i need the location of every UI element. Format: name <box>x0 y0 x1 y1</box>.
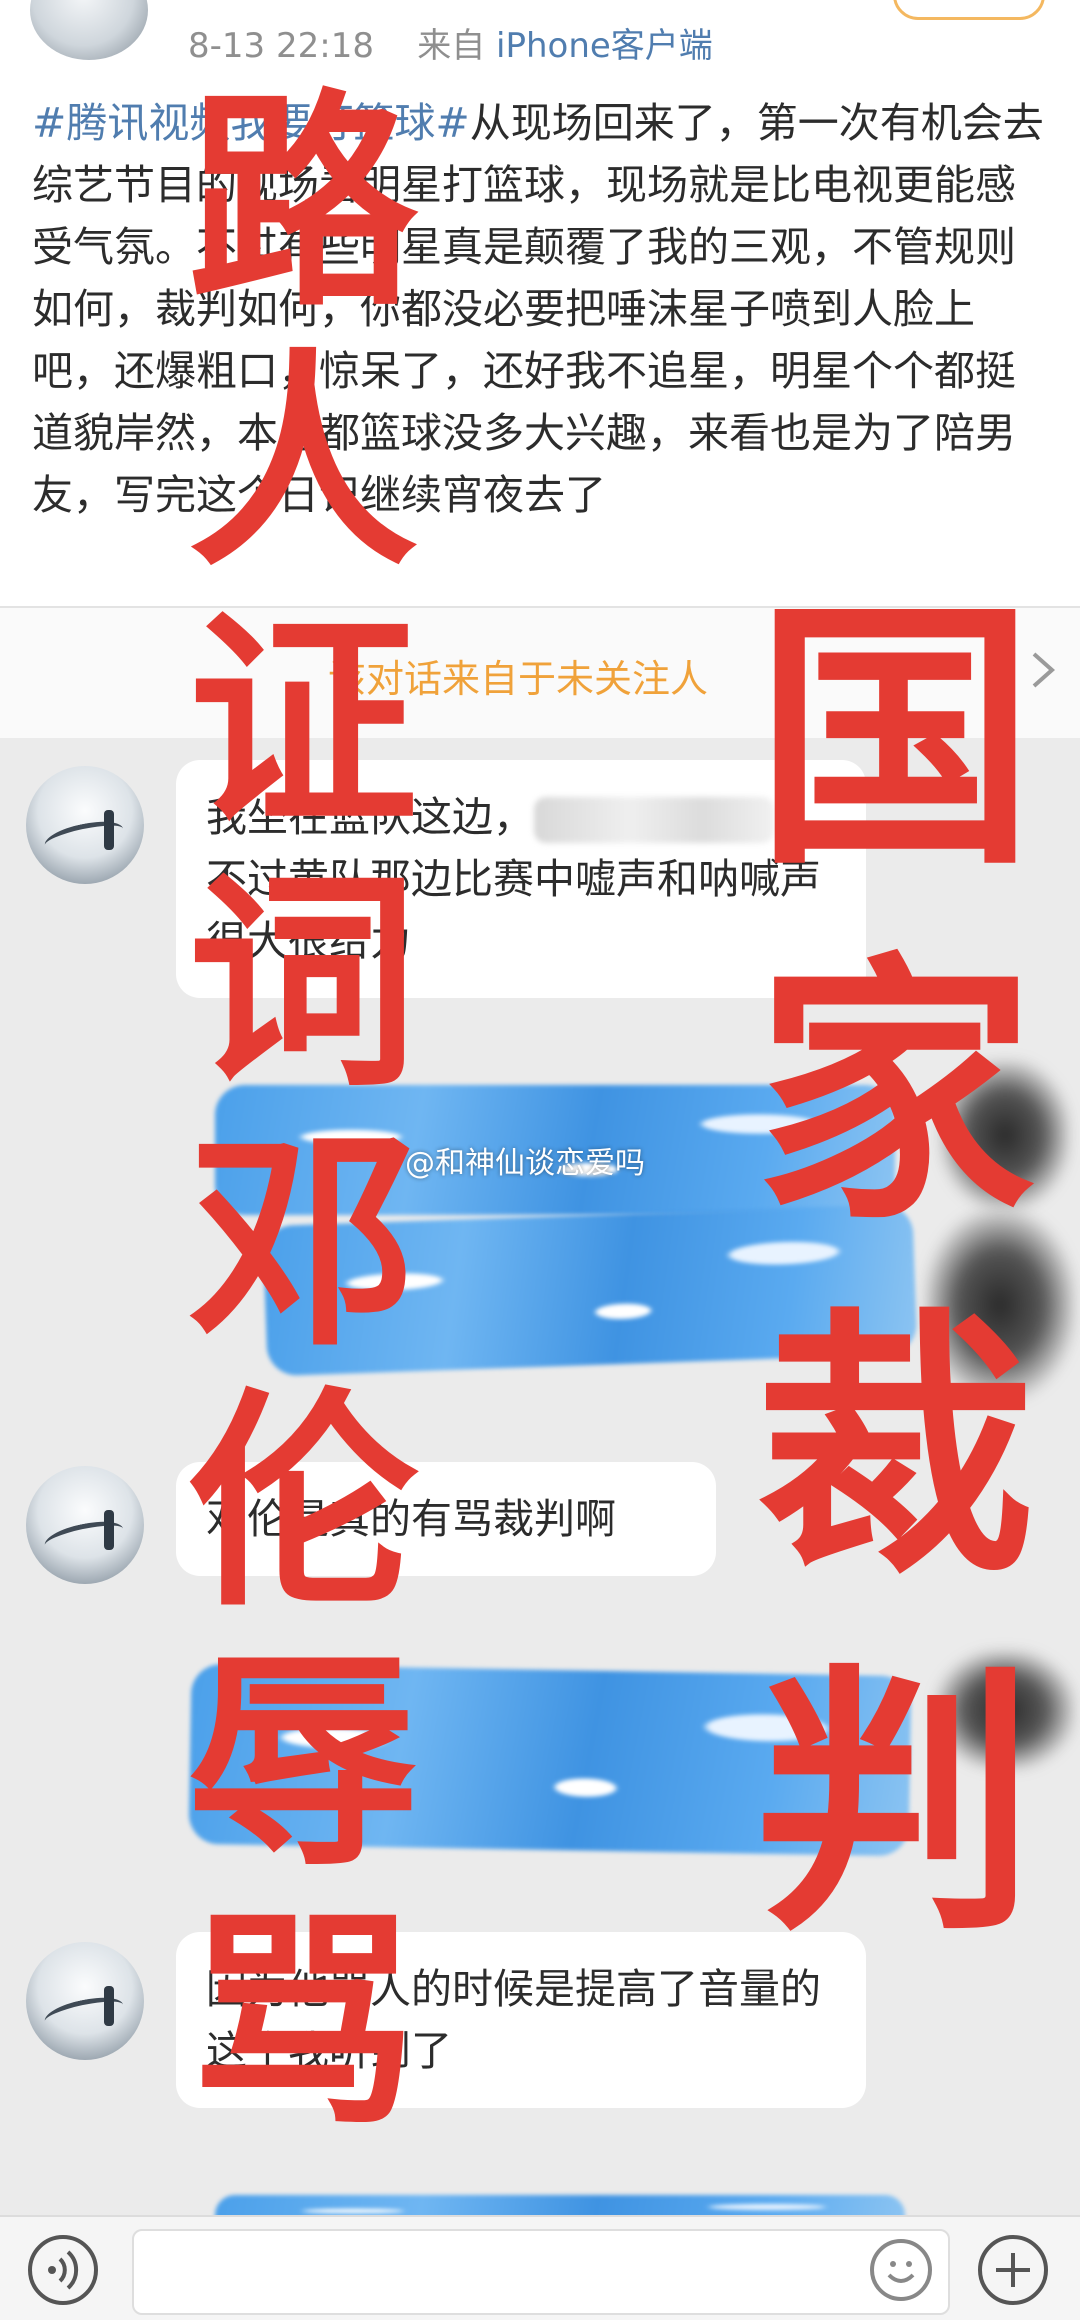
post-time: 8-13 22:18 <box>188 26 374 66</box>
overlay-char: 人 <box>188 331 419 598</box>
overlay-char: 邓 <box>188 1111 419 1378</box>
voice-icon[interactable] <box>28 2235 98 2305</box>
follow-button[interactable] <box>893 0 1045 20</box>
overlay-char: 裁 <box>755 1287 1035 1613</box>
post-author-avatar[interactable] <box>30 0 148 60</box>
overlay-text-right: 国 家 裁 判 <box>745 600 1045 2020</box>
avatar[interactable] <box>26 1466 144 1584</box>
message-input[interactable] <box>132 2229 950 2315</box>
overlay-char: 判 <box>755 1642 1035 1968</box>
overlay-char: 骂 <box>188 1891 419 2158</box>
weibo-watermark: @和神仙谈恋爱吗 <box>405 1146 645 1181</box>
overlay-text-left: 路 人 证 词 邓 伦 辱 骂 <box>188 90 418 2170</box>
plus-icon[interactable] <box>978 2235 1048 2305</box>
chat-input-bar <box>0 2215 1080 2320</box>
overlay-char: 家 <box>755 932 1035 1258</box>
post-body: #腾讯视频我要打篮球#从现场回来了，第一次有机会去综艺节目的现场看明星打篮球，现… <box>32 92 1052 526</box>
post-source[interactable]: iPhone客户端 <box>496 26 713 66</box>
overlay-char: 证 <box>188 591 419 858</box>
blurred-text <box>534 797 774 843</box>
post-body-text: 从现场回来了，第一次有机会去综艺节目的现场看明星打篮球，现场就是比电视更能感受气… <box>32 99 1044 519</box>
overlay-char: 路 <box>188 71 419 338</box>
emoji-icon[interactable] <box>870 2239 932 2301</box>
overlay-char: 词 <box>188 851 419 1118</box>
post-source-prefix: 来自 <box>417 26 497 66</box>
overlay-char: 辱 <box>188 1631 419 1898</box>
post-meta: 8-13 22:18 来自 iPhone客户端 <box>188 18 713 67</box>
avatar[interactable] <box>26 766 144 884</box>
overlay-char: 国 <box>755 577 1035 903</box>
post-card: 8-13 22:18 来自 iPhone客户端 #腾讯视频我要打篮球#从现场回来… <box>0 0 1080 606</box>
avatar[interactable] <box>26 1942 144 2060</box>
overlay-char: 伦 <box>188 1371 419 1638</box>
